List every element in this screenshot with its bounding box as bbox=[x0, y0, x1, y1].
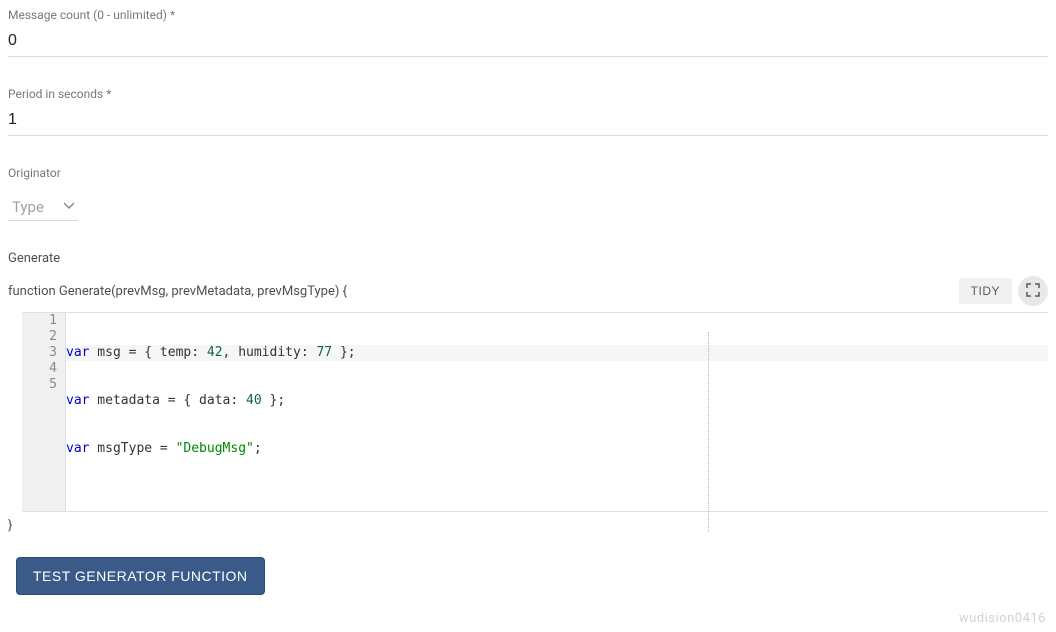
code-line: var msgType = "DebugMsg"; bbox=[66, 441, 1048, 457]
function-signature: function Generate(prevMsg, prevMetadata,… bbox=[8, 284, 959, 299]
editor-header: function Generate(prevMsg, prevMetadata,… bbox=[8, 276, 1048, 306]
period-input[interactable] bbox=[8, 107, 1048, 136]
tidy-button[interactable]: TIDY bbox=[959, 278, 1012, 304]
line-gutter: 1 2 3 4 5 bbox=[22, 313, 66, 511]
function-close-brace: } bbox=[8, 518, 1048, 533]
code-line: var msg = { temp: 42, humidity: 77 }; bbox=[66, 345, 1048, 361]
fullscreen-icon bbox=[1026, 283, 1040, 300]
line-number: 5 bbox=[22, 377, 57, 393]
line-number: 3 bbox=[22, 345, 57, 361]
originator-type-select[interactable]: Type bbox=[8, 194, 78, 221]
code-line: var metadata = { data: 40 }; bbox=[66, 393, 1048, 409]
test-generator-button[interactable]: TEST GENERATOR FUNCTION bbox=[16, 557, 265, 595]
code-area[interactable]: var msg = { temp: 42, humidity: 77 }; va… bbox=[66, 313, 1048, 511]
period-label: Period in seconds * bbox=[8, 87, 1048, 101]
fullscreen-button[interactable] bbox=[1018, 276, 1048, 306]
originator-label: Originator bbox=[8, 166, 1048, 180]
line-number: 4 bbox=[22, 361, 57, 377]
generate-label: Generate bbox=[8, 251, 1048, 266]
line-number: 2 bbox=[22, 329, 57, 345]
code-editor[interactable]: 1 2 3 4 5 var msg = { temp: 42, humidity… bbox=[22, 312, 1048, 512]
line-number: 1 bbox=[22, 313, 57, 329]
code-line bbox=[66, 489, 1048, 505]
originator-type-placeholder: Type bbox=[12, 198, 54, 216]
message-count-field: Message count (0 - unlimited) * bbox=[8, 8, 1048, 57]
watermark: wudision0416 bbox=[959, 611, 1046, 626]
chevron-down-icon bbox=[64, 199, 74, 215]
message-count-input[interactable] bbox=[8, 28, 1048, 57]
message-count-label: Message count (0 - unlimited) * bbox=[8, 8, 1048, 22]
period-field: Period in seconds * bbox=[8, 87, 1048, 136]
